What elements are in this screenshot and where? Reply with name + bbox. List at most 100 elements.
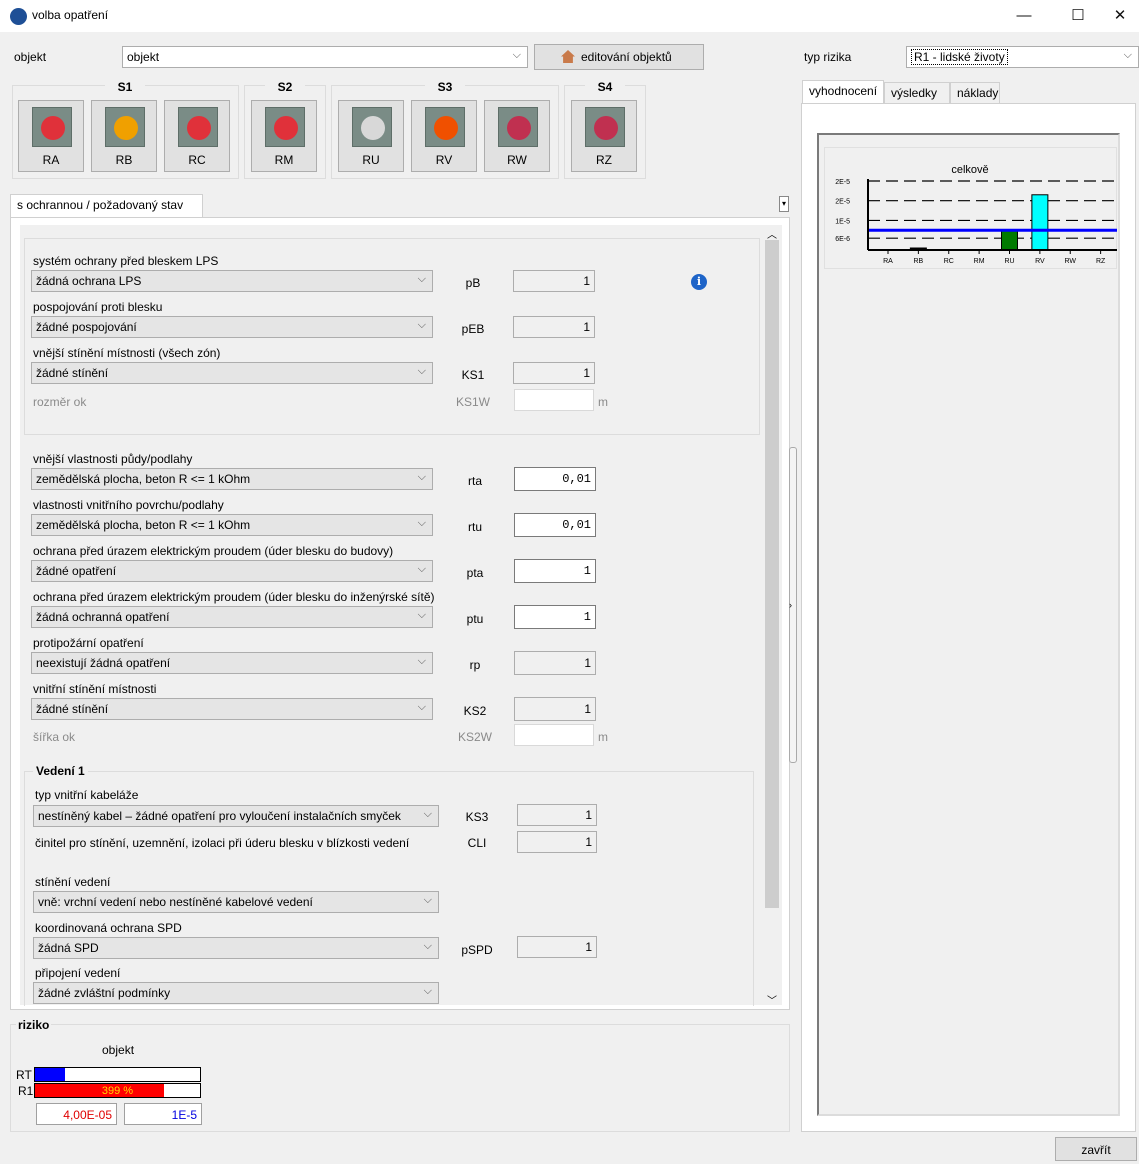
ks1-select-value: žádné stínění (36, 366, 109, 380)
lemp-surge-icon (178, 107, 218, 147)
stineni-vedeni-value: vně: vrchní vedení nebo nestíněné kabelo… (38, 895, 313, 909)
ptu-input[interactable]: 1 (514, 605, 596, 629)
info-icon[interactable]: i (691, 274, 707, 290)
tab-vyhodnoceni[interactable]: vyhodnocení (802, 80, 884, 104)
line-fire-icon (425, 107, 465, 147)
splitter-arrow-icon[interactable]: › (789, 600, 792, 610)
group-s4-label: S4 (585, 80, 625, 94)
chevron-down-icon: ⌵ (423, 808, 432, 820)
scroll-down-icon[interactable]: ﹀ (764, 992, 780, 1007)
pripojeni-select[interactable]: žádné zvláštní podmínky ⌵ (33, 982, 439, 1004)
risk-button-rv[interactable]: RV (411, 100, 477, 172)
edit-objects-button[interactable]: editování objektů (534, 44, 704, 70)
chevron-down-icon: ⌵ (423, 940, 432, 952)
chart-x-tick-label: RA (883, 258, 893, 265)
rp-label: protipožární opatření (33, 636, 144, 650)
rta-select[interactable]: zemědělská plocha, beton R <= 1 kOhm ⌵ (31, 468, 433, 490)
ks1w-param: KS1W (455, 395, 490, 409)
eb-select-value: žádné pospojování (36, 320, 137, 334)
pta-param: pta (466, 566, 484, 580)
ks1-select[interactable]: žádné stínění ⌵ (31, 362, 433, 384)
chevron-down-icon: ⌵ (417, 563, 426, 575)
risk-chart: celkově 2E-52E-51E-56E-6 RA RB RC RM RU RV RW R… (835, 164, 1117, 265)
ks1w-unit: m (598, 395, 608, 409)
rtu-label: vlastnosti vnitřního povrchu/podlahy (33, 498, 224, 512)
rta-input[interactable]: 0,01 (514, 467, 596, 491)
risk-button-label: RU (362, 153, 380, 167)
r1-percent: 399 % (101, 1085, 134, 1097)
building-fire-icon (105, 107, 145, 147)
tab-naklady[interactable]: náklady (950, 82, 1000, 104)
vedeni-title: Vedení 1 (33, 764, 88, 778)
ks2w-input[interactable] (514, 724, 594, 746)
chart-bar-ru (1001, 229, 1018, 251)
lps-select[interactable]: žádná ochrana LPS ⌵ (31, 270, 433, 292)
rt-bar-fill (35, 1068, 65, 1081)
risk-button-label: RA (42, 153, 60, 167)
chevron-down-icon: ⌵ (417, 609, 426, 621)
close-icon[interactable]: ✕ (1101, 0, 1139, 32)
rt-bar (34, 1067, 201, 1082)
ks1-value: 1 (513, 362, 595, 384)
chart-bars (909, 194, 1049, 251)
app-icon (10, 8, 27, 25)
pta-input[interactable]: 1 (514, 559, 596, 583)
edit-objects-label: editování objektů (581, 50, 672, 64)
ks2-select[interactable]: žádné stínění ⌵ (31, 698, 433, 720)
ptu-select[interactable]: žádná ochranná opatření ⌵ (31, 606, 433, 628)
tab-s-ochrannou[interactable]: s ochrannou / požadovaný stav (10, 194, 203, 218)
title-bar (0, 0, 1139, 32)
stineni-vedeni-label: stínění vedení (35, 875, 111, 889)
scroll-thumb[interactable] (765, 240, 779, 908)
rtu-select[interactable]: zemědělská plocha, beton R <= 1 kOhm ⌵ (31, 514, 433, 536)
objekt-label: objekt (14, 50, 47, 64)
ks1-param: KS1 (461, 368, 485, 382)
spd-select[interactable]: žádná SPD ⌵ (33, 937, 439, 959)
pspd-param: pSPD (461, 943, 493, 957)
close-button[interactable]: zavřít (1055, 1137, 1137, 1161)
rtu-input[interactable]: 0,01 (514, 513, 596, 537)
person-shock-icon (352, 107, 392, 147)
risk-button-ra[interactable]: RA (18, 100, 84, 172)
chevron-down-icon: ⌵ (417, 471, 426, 483)
risk-button-rc[interactable]: RC (164, 100, 230, 172)
eb-select[interactable]: žádné pospojování ⌵ (31, 316, 433, 338)
risk-button-ru[interactable]: RU (338, 100, 404, 172)
ks1w-label: rozměr ok (33, 395, 87, 409)
scroll-up-icon[interactable]: ︿ (764, 226, 780, 241)
rta-param: rta (467, 474, 482, 488)
maximize-icon[interactable]: ☐ (1059, 0, 1097, 32)
spd-label: koordinovaná ochrana SPD (35, 921, 182, 935)
chevron-down-icon: ⌵ (417, 273, 426, 285)
risk-button-rw[interactable]: RW (484, 100, 550, 172)
risk-type-label: typ rizika (804, 50, 852, 64)
ks3-select[interactable]: nestíněný kabel – žádné opatření pro vyl… (33, 805, 439, 827)
ks1-label: vnější stínění místnosti (všech zón) (33, 346, 221, 360)
tab-vysledky[interactable]: výsledky (884, 82, 950, 104)
rta-label: vnější vlastnosti půdy/podlahy (33, 452, 193, 466)
ks3-select-value: nestíněný kabel – žádné opatření pro vyl… (38, 809, 401, 823)
risk-button-rz[interactable]: RZ (571, 100, 637, 172)
chevron-down-icon: ⌵ (423, 985, 432, 997)
ptu-param: ptu (466, 612, 484, 626)
pspd-value: 1 (517, 936, 597, 958)
chevron-down-icon: ⌵ (417, 365, 426, 377)
rt-label: RT (16, 1068, 32, 1082)
ks1w-input[interactable] (514, 389, 594, 411)
chart-x-tick-label: RW (1064, 258, 1076, 265)
ks2-label: vnitřní stínění místnosti (33, 682, 157, 696)
objekt-select[interactable]: objekt ⌵ (122, 46, 528, 68)
lps-label: systém ochrany před bleskem LPS (33, 254, 219, 268)
risk-button-label: RB (115, 153, 133, 167)
rp-select[interactable]: neexistují žádná opatření ⌵ (31, 652, 433, 674)
pta-select-value: žádné opatření (36, 564, 117, 578)
risk-button-label: RC (188, 153, 206, 167)
panel-toggle-icon[interactable]: ▾ (779, 196, 789, 212)
risk-button-rb[interactable]: RB (91, 100, 157, 172)
risk-button-rm[interactable]: RM (251, 100, 317, 172)
risk-type-select[interactable]: R1 - lidské životy ⌵ (906, 46, 1139, 68)
minimize-icon[interactable]: — (1005, 0, 1043, 32)
group-s3-label: S3 (425, 80, 465, 94)
stineni-vedeni-select[interactable]: vně: vrchní vedení nebo nestíněné kabelo… (33, 891, 439, 913)
pta-select[interactable]: žádné opatření ⌵ (31, 560, 433, 582)
